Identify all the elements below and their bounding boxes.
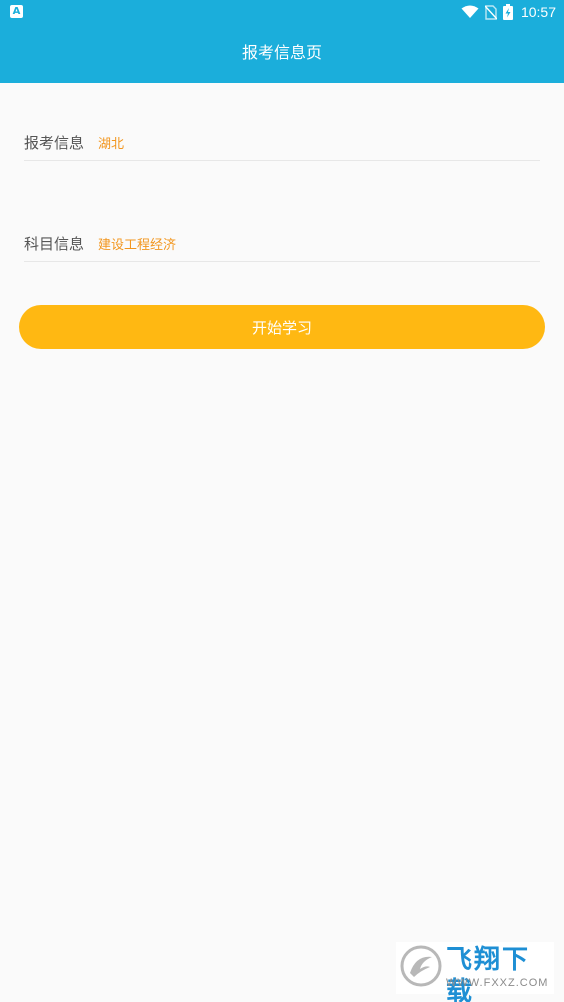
page-title: 报考信息页: [241, 43, 322, 62]
subject-info-value[interactable]: 建设工程经济: [98, 234, 176, 253]
watermark-logo-icon: [400, 945, 442, 987]
exam-info-label: 报考信息: [24, 133, 85, 152]
subject-info-label: 科目信息: [24, 234, 85, 253]
status-icons: 10:57: [461, 2, 556, 22]
watermark: 飞翔下载 WWW.FXXZ.COM: [396, 942, 554, 1002]
no-sim-icon: [484, 4, 497, 20]
exam-info-value[interactable]: 湖北: [98, 133, 124, 152]
wifi-icon: [461, 5, 479, 18]
watermark-url: WWW.FXXZ.COM: [446, 977, 549, 989]
subject-info-row[interactable]: 科目信息 建设工程经济: [24, 225, 540, 262]
exam-info-row[interactable]: 报考信息 湖北: [24, 124, 540, 161]
start-learning-button[interactable]: 开始学习: [19, 305, 545, 349]
a-icon: A: [10, 5, 23, 18]
screen: A 10:57 报考信息页 报考信息 湖北 科目信息 建设工程经济 开始学习 飞…: [0, 0, 564, 1002]
watermark-title: 飞翔下载: [446, 945, 531, 1002]
status-time: 10:57: [520, 4, 556, 20]
battery-charging-icon: [502, 4, 513, 20]
status-bar: A 10:57: [0, 0, 564, 24]
app-bar: A 10:57 报考信息页: [0, 0, 564, 83]
